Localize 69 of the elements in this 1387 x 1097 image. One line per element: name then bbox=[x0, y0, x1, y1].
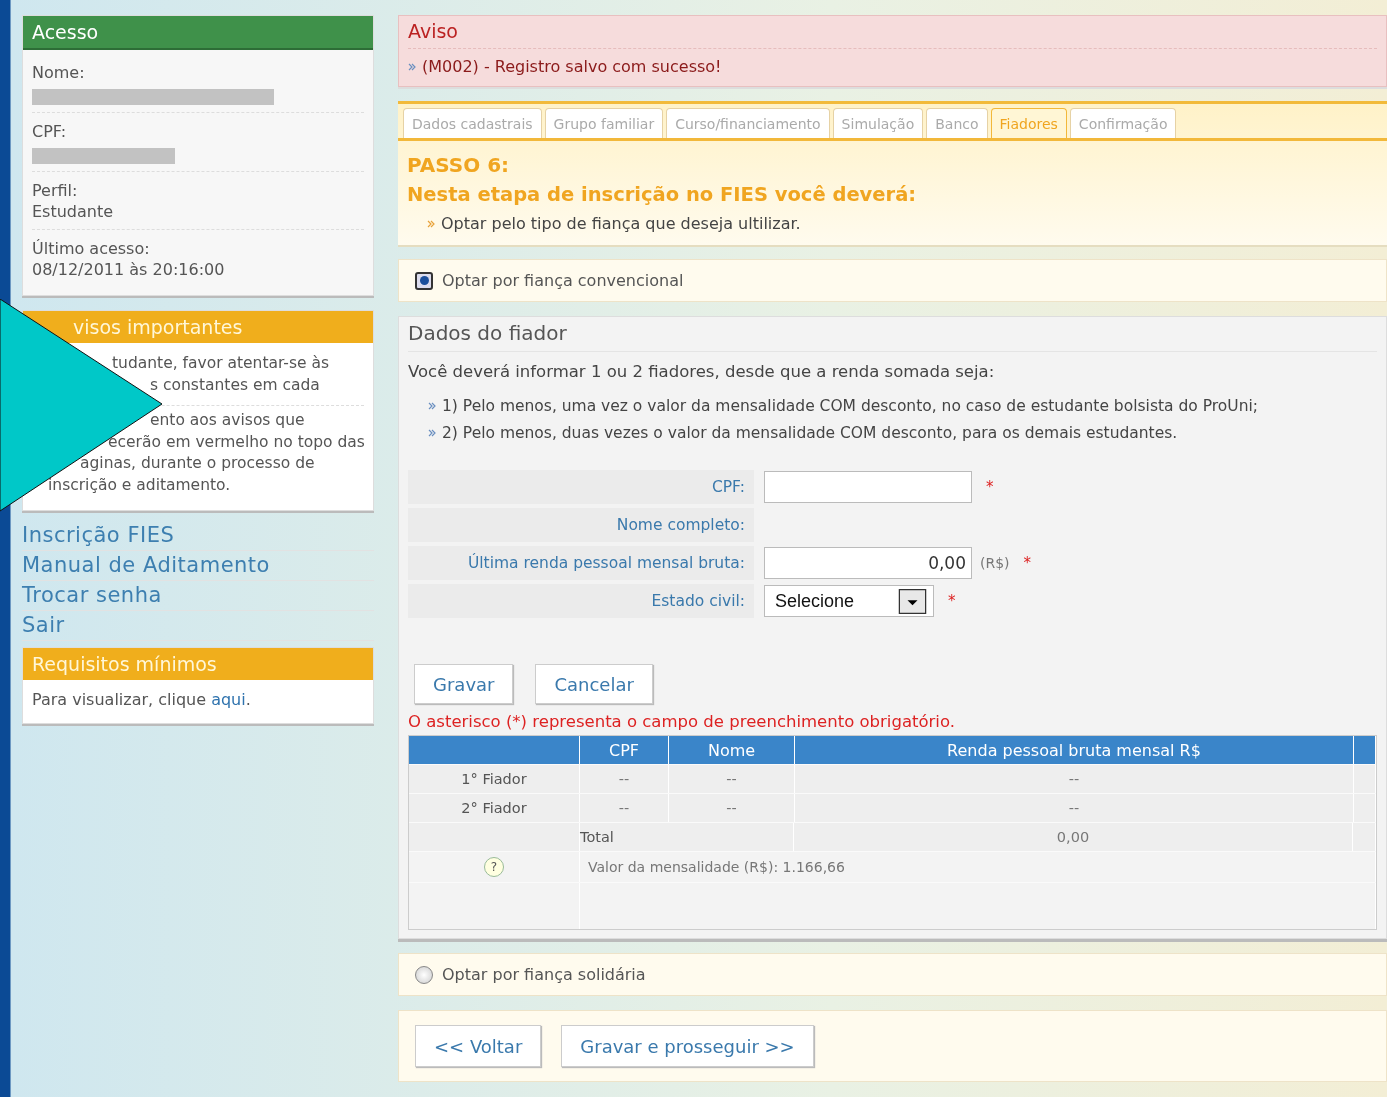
step-tab[interactable]: Simulação bbox=[832, 108, 924, 138]
notice-text: ecerão em vermelho no topo das bbox=[108, 432, 365, 451]
marital-status-select[interactable]: Selecione bbox=[764, 585, 934, 617]
notice-text: s constantes em cada bbox=[150, 375, 320, 394]
panel-title: Acesso bbox=[23, 16, 373, 50]
step-title: PASSO 6: bbox=[407, 152, 511, 179]
notice-text: tudante, favor atentar-se às bbox=[112, 354, 330, 372]
nav-link[interactable]: Manual de Aditamento bbox=[22, 553, 270, 577]
field-label: CPF: bbox=[32, 121, 68, 142]
requirements-text: Para visualizar, clique aqui. bbox=[32, 690, 251, 709]
row-label: 1° Fiador bbox=[409, 765, 580, 793]
unit-label: (R$) bbox=[980, 555, 1010, 571]
field-label: Último acesso: bbox=[32, 238, 151, 259]
total-label: Total bbox=[580, 823, 794, 851]
step-instruction: Optar pelo tipo de fiança que deseja ultilizar. bbox=[441, 214, 801, 233]
step-tab[interactable]: Dados cadastrais bbox=[403, 108, 542, 138]
alert-title: Aviso bbox=[408, 20, 1377, 49]
field-value: 08/12/2011 às 20:16:00 bbox=[32, 259, 226, 280]
notice-text: ento aos avisos que bbox=[150, 411, 305, 429]
fee-text: Valor da mensalidade (R$): 1.166,66 bbox=[580, 852, 1376, 882]
notice-text: inscrição e aditamento. bbox=[48, 475, 231, 494]
notice-text: aginas, durante o processo de bbox=[80, 454, 315, 472]
row-label: 2° Fiador bbox=[409, 794, 580, 822]
form-label: Estado civil: bbox=[408, 584, 754, 618]
step-tab[interactable]: Confirmação bbox=[1069, 108, 1177, 138]
step-tab[interactable]: Fiadores bbox=[990, 108, 1067, 138]
form-label: Última renda pessoal mensal bruta: bbox=[408, 546, 754, 580]
required-mark: * bbox=[948, 592, 956, 610]
table-cell: -- bbox=[580, 794, 669, 822]
help-icon[interactable]: ? bbox=[484, 857, 504, 877]
step-tab[interactable]: Banco bbox=[926, 108, 988, 138]
form-label: Nome completo: bbox=[408, 508, 754, 542]
field-label: Perfil: bbox=[32, 180, 79, 201]
rule-text: 1) Pelo menos, uma vez o valor da mensalidade COM desconto, no caso de estudante bolsista do ProUni; bbox=[442, 397, 1258, 415]
radio-label: Optar por fiança convencional bbox=[442, 271, 684, 290]
nav-link[interactable]: Sair bbox=[22, 613, 65, 637]
navigation-button[interactable]: << Voltar bbox=[415, 1025, 542, 1067]
navigation-button[interactable]: Gravar e prosseguir >> bbox=[561, 1025, 814, 1067]
total-value: 0,00 bbox=[794, 823, 1353, 851]
field-value: Estudante bbox=[32, 201, 115, 222]
section-title: Dados do fiador bbox=[408, 321, 1377, 352]
income-field[interactable]: 0,00 bbox=[764, 547, 972, 579]
form-button[interactable]: Gravar bbox=[414, 664, 514, 704]
column-header: CPF bbox=[580, 736, 669, 764]
form-label: CPF: bbox=[408, 470, 754, 504]
step-subtitle: Nesta etapa de inscrição no FIES você deverá: bbox=[407, 182, 918, 208]
form-button[interactable]: Cancelar bbox=[535, 664, 653, 704]
field-label: Nome: bbox=[32, 62, 86, 83]
radio-label: Optar por fiança solidária bbox=[442, 965, 646, 984]
column-header: Renda pessoal bruta mensal R$ bbox=[795, 736, 1354, 764]
table-cell: -- bbox=[669, 765, 795, 793]
panel-title: visos importantes bbox=[23, 311, 373, 343]
nav-link[interactable]: Trocar senha bbox=[22, 583, 162, 607]
table-cell: -- bbox=[669, 794, 795, 822]
panel-title: Requisitos mínimos bbox=[23, 648, 373, 680]
link[interactable]: aqui bbox=[211, 690, 246, 709]
intro-text: Você deverá informar 1 ou 2 fiadores, desde que a renda somada seja: bbox=[408, 362, 996, 381]
table-cell: -- bbox=[580, 765, 669, 793]
alert-message: (M002) - Registro salvo com sucesso! bbox=[422, 57, 722, 76]
table-cell: -- bbox=[795, 765, 1354, 793]
table-cell: -- bbox=[795, 794, 1354, 822]
rule-text: 2) Pelo menos, duas vezes o valor da mensalidade COM desconto, para os demais estudantes. bbox=[442, 424, 1178, 442]
step-tab[interactable]: Curso/financiamento bbox=[666, 108, 830, 138]
required-mark: * bbox=[986, 478, 994, 496]
required-mark: * bbox=[1023, 554, 1032, 572]
step-tab[interactable]: Grupo familiar bbox=[544, 108, 664, 138]
column-header: Nome bbox=[669, 736, 795, 764]
required-note: O asterisco (*) representa o campo de preenchimento obrigatório. bbox=[408, 712, 956, 731]
nav-link[interactable]: Inscrição FIES bbox=[22, 523, 175, 547]
